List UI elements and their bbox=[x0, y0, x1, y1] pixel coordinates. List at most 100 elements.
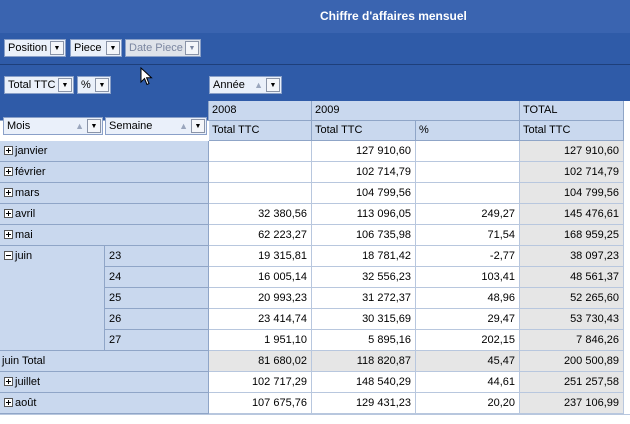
table-row: avril 32 380,56 113 096,05 249,27 145 476,61 bbox=[0, 204, 630, 225]
row-label: juillet bbox=[15, 376, 41, 388]
field-label: Position bbox=[8, 42, 48, 54]
field-label: Année bbox=[213, 79, 245, 91]
cell-2008-total-ttc: 62 223,27 bbox=[209, 225, 312, 246]
measure-header: Total TTC bbox=[209, 121, 312, 141]
field-label: % bbox=[81, 79, 91, 91]
cell-2009-percent: 71,54 bbox=[416, 225, 520, 246]
row-header-month[interactable]: février bbox=[0, 162, 209, 183]
cell-2009-percent bbox=[416, 141, 520, 162]
row-header-month[interactable]: janvier bbox=[0, 141, 209, 162]
measure-header: Total TTC bbox=[520, 121, 624, 141]
plus-box-icon[interactable] bbox=[4, 167, 13, 176]
cell-2009-total-ttc: 104 799,56 bbox=[312, 183, 416, 204]
chevron-down-icon[interactable]: ▼ bbox=[266, 78, 280, 92]
table-row: juin 23 19 315,81 18 781,42 -2,77 38 097,23 bbox=[0, 246, 630, 351]
cell-total-ttc: 102 714,79 bbox=[520, 162, 624, 183]
chevron-down-icon[interactable]: ▼ bbox=[106, 41, 120, 55]
sort-arrow-icon: ▲ bbox=[75, 121, 84, 131]
table-row: février 102 714,79 102 714,79 bbox=[0, 162, 630, 183]
chevron-down-icon[interactable]: ▼ bbox=[58, 78, 72, 92]
cell-total-ttc: 7 846,26 bbox=[520, 330, 624, 351]
chevron-down-icon[interactable]: ▼ bbox=[95, 78, 109, 92]
cell-total-ttc: 200 500,89 bbox=[520, 351, 624, 372]
cell-2009-percent: 202,15 bbox=[416, 330, 520, 351]
row-header-month[interactable]: juin bbox=[0, 246, 105, 351]
field-label: Total TTC bbox=[8, 79, 56, 91]
title-bar: Chiffre d'affaires mensuel bbox=[0, 0, 630, 33]
plus-box-icon[interactable] bbox=[4, 188, 13, 197]
plus-box-icon[interactable] bbox=[4, 230, 13, 239]
cell-total-ttc: 52 265,60 bbox=[520, 288, 624, 309]
cell-total-ttc: 145 476,61 bbox=[520, 204, 624, 225]
row-header-month[interactable]: mars bbox=[0, 183, 209, 204]
cell-2009-percent: -2,77 bbox=[416, 246, 520, 267]
row-header-month[interactable]: mai bbox=[0, 225, 209, 246]
window-title: Chiffre d'affaires mensuel bbox=[320, 9, 467, 23]
sort-arrow-icon: ▲ bbox=[254, 80, 263, 90]
cell-2009-total-ttc: 129 431,23 bbox=[312, 393, 416, 414]
sort-arrow-icon: ▲ bbox=[179, 121, 188, 131]
field-label: Semaine bbox=[109, 120, 153, 132]
cell-2009-total-ttc: 5 895,16 bbox=[312, 330, 416, 351]
year-header-2009: 2009 bbox=[312, 101, 520, 121]
column-field-area: Total TTC ▼ % ▼ Année ▲ ▼ bbox=[0, 65, 630, 101]
plus-box-icon[interactable] bbox=[4, 398, 13, 407]
table-row: mai 62 223,27 106 735,98 71,54 168 959,25 bbox=[0, 225, 630, 246]
year-header-total: TOTAL bbox=[520, 101, 624, 121]
row-label: février bbox=[15, 166, 46, 178]
data-field-percent[interactable]: % ▼ bbox=[77, 76, 111, 94]
cell-2008-total-ttc: 1 951,10 bbox=[209, 330, 312, 351]
row-label: août bbox=[15, 397, 37, 409]
field-label: Piece bbox=[74, 42, 102, 54]
cell-2008-total-ttc bbox=[209, 162, 312, 183]
cell-2009-total-ttc: 113 096,05 bbox=[312, 204, 416, 225]
minus-box-icon[interactable] bbox=[4, 251, 13, 260]
cell-total-ttc: 104 799,56 bbox=[520, 183, 624, 204]
row-field-mois[interactable]: Mois ▲ ▼ bbox=[3, 117, 103, 135]
field-label: Mois bbox=[7, 120, 31, 132]
cell-2009-total-ttc: 106 735,98 bbox=[312, 225, 416, 246]
cell-2009-percent: 249,27 bbox=[416, 204, 520, 225]
cell-2009-total-ttc: 102 714,79 bbox=[312, 162, 416, 183]
data-field-total-ttc[interactable]: Total TTC ▼ bbox=[4, 76, 74, 94]
row-field-semaine[interactable]: Semaine ▲ ▼ bbox=[105, 117, 207, 135]
cell-2008-total-ttc bbox=[209, 183, 312, 204]
cell-2008-total-ttc: 19 315,81 bbox=[209, 246, 312, 267]
row-header-week: 25 bbox=[105, 288, 209, 309]
row-label: janvier bbox=[15, 145, 48, 157]
chevron-down-icon[interactable]: ▼ bbox=[191, 119, 205, 133]
row-header-month[interactable]: juillet bbox=[0, 372, 209, 393]
row-header-week: 24 bbox=[105, 267, 209, 288]
filter-field-position[interactable]: Position ▼ bbox=[4, 39, 66, 57]
chevron-down-icon[interactable]: ▼ bbox=[87, 119, 101, 133]
filter-field-date-piece[interactable]: Date Piece ▼ bbox=[125, 39, 201, 57]
cell-2008-total-ttc bbox=[209, 141, 312, 162]
cell-2008-total-ttc: 81 680,02 bbox=[209, 351, 312, 372]
cell-total-ttc: 127 910,60 bbox=[520, 141, 624, 162]
row-header-month[interactable]: août bbox=[0, 393, 209, 414]
cell-2009-percent: 20,20 bbox=[416, 393, 520, 414]
cell-2009-percent: 45,47 bbox=[416, 351, 520, 372]
plus-box-icon[interactable] bbox=[4, 377, 13, 386]
measure-header: % bbox=[416, 121, 520, 141]
cell-2009-percent bbox=[416, 162, 520, 183]
row-header-month[interactable]: avril bbox=[0, 204, 209, 225]
filter-field-piece[interactable]: Piece ▼ bbox=[70, 39, 122, 57]
plus-box-icon[interactable] bbox=[4, 209, 13, 218]
cell-total-ttc: 38 097,23 bbox=[520, 246, 624, 267]
year-header-2008: 2008 bbox=[209, 101, 312, 121]
chevron-down-icon[interactable]: ▼ bbox=[50, 41, 64, 55]
subtotal-row: juin Total 81 680,02 118 820,87 45,47 200 50… bbox=[0, 351, 630, 372]
cell-2008-total-ttc: 20 993,23 bbox=[209, 288, 312, 309]
cell-2009-total-ttc: 32 556,23 bbox=[312, 267, 416, 288]
cell-2008-total-ttc: 107 675,76 bbox=[209, 393, 312, 414]
grid-footer bbox=[0, 414, 630, 424]
row-label: avril bbox=[15, 208, 36, 220]
chevron-down-icon[interactable]: ▼ bbox=[185, 41, 199, 55]
cell-2009-percent: 44,61 bbox=[416, 372, 520, 393]
plus-box-icon[interactable] bbox=[4, 146, 13, 155]
table-row: janvier 127 910,60 127 910,60 bbox=[0, 141, 630, 162]
cell-2009-total-ttc: 118 820,87 bbox=[312, 351, 416, 372]
cell-2008-total-ttc: 16 005,14 bbox=[209, 267, 312, 288]
column-field-annee[interactable]: Année ▲ ▼ bbox=[209, 76, 282, 94]
